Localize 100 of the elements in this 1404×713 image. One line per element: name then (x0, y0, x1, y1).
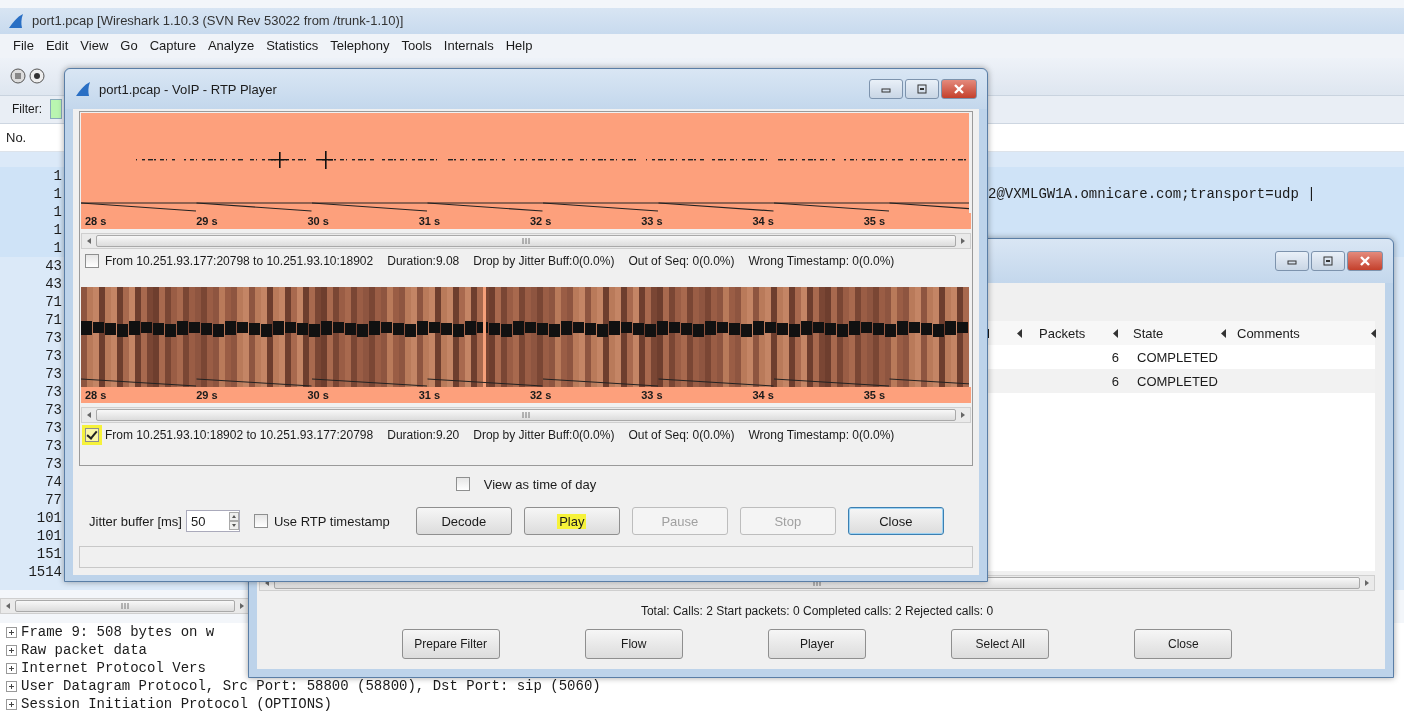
dialog-button[interactable]: Close (1134, 629, 1233, 659)
table-cell-text: 73 (44, 347, 62, 364)
axis-label: 34 s (751, 215, 775, 227)
tree-item[interactable]: Internet Protocol Vers (21, 660, 206, 676)
axis-label: 30 s (306, 389, 330, 401)
stream-stat: Out of Seq: 0(0.0%) (628, 428, 735, 442)
playback-control-button[interactable]: Decode (415, 507, 512, 535)
menu-item[interactable]: Go (119, 38, 139, 54)
menu-item[interactable]: View (79, 38, 110, 54)
horizontal-scrollbar[interactable] (0, 598, 250, 614)
triangle-icon (1371, 328, 1377, 338)
expand-icon (6, 644, 17, 656)
close-button[interactable] (1347, 251, 1383, 271)
column-header[interactable]: No. (6, 129, 27, 145)
scrollbar-thumb[interactable] (96, 235, 956, 247)
menu-item[interactable]: Capture (148, 38, 197, 54)
table-cell-text: 1514 (27, 563, 62, 580)
column-header[interactable]: Comments (1237, 325, 1300, 341)
axis-label: 28 s (84, 389, 108, 401)
table-cell-text: 73 (44, 401, 62, 418)
table-cell-text: 1 (52, 167, 62, 184)
checkbox[interactable] (455, 477, 470, 491)
close-button[interactable] (941, 79, 977, 99)
menu-item[interactable]: Help (504, 38, 534, 54)
column-header[interactable]: l (987, 325, 990, 341)
table-cell-text: 77 (44, 491, 62, 508)
playback-control-button[interactable]: Close (847, 507, 944, 535)
table-cell-text: 1 (52, 239, 62, 256)
table-cell-text: 151 (35, 545, 62, 562)
axis-label: 30 s (306, 215, 330, 227)
checkbox[interactable] (85, 428, 99, 442)
stream-stat: Wrong Timestamp: 0(0.0%) (748, 254, 895, 268)
axis-label: 34 s (751, 389, 775, 401)
tree-item[interactable]: Session Initiation Protocol (OPTIONS) (21, 696, 332, 712)
table-cell-text: 71 (44, 293, 62, 310)
tree-item[interactable]: Raw packet data (21, 642, 148, 658)
maximize-button[interactable] (1311, 251, 1345, 271)
checkbox[interactable] (85, 254, 99, 268)
filter-label: Filter: (12, 102, 42, 117)
table-cell-text: 1 (52, 185, 62, 202)
stream-stat: Drop by Jitter Buff:0(0.0%) (473, 428, 615, 442)
close-icon (1359, 256, 1371, 266)
window-title: port1.pcap [Wireshark 1.10.3 (SVN Rev 53022 from /trunk-1.10)] (32, 13, 404, 29)
menu-item[interactable]: Statistics (265, 38, 320, 54)
menu-item[interactable]: Edit (44, 38, 70, 54)
checkbox[interactable] (253, 514, 268, 528)
table-cell-text: 73 (44, 329, 62, 346)
column-header[interactable]: Packets (1039, 325, 1086, 341)
menu-item[interactable]: File (12, 38, 35, 54)
axis-label: 31 s (417, 215, 442, 227)
axis-label: 32 s (529, 215, 553, 227)
minimize-button[interactable] (869, 79, 903, 99)
fin-icon (8, 12, 24, 29)
jitter-label: Jitter buffer [ms] (89, 513, 182, 529)
expand-icon (6, 626, 17, 638)
minimize-button[interactable] (1275, 251, 1309, 271)
expand-icon (6, 662, 17, 674)
table-cell: 2@VXMLGW1A.omnicare.com;transport=udp | (988, 185, 1316, 202)
dialog-button[interactable]: Flow (584, 629, 683, 659)
scrollbar-thumb[interactable] (96, 409, 956, 421)
dialog-button[interactable]: Player (767, 629, 866, 659)
stream-stat: Wrong Timestamp: 0(0.0%) (748, 428, 895, 442)
menu-item[interactable]: Telephony (329, 38, 391, 54)
menu-item[interactable]: Tools (400, 38, 433, 54)
table-cell-text: COMPLETED (1136, 373, 1219, 389)
stream-stat: Drop by Jitter Buff:0(0.0%) (473, 254, 615, 268)
menu-item[interactable]: Analyze (206, 38, 256, 54)
playback-control-button[interactable]: Play (523, 507, 620, 535)
table-cell-text: 73 (44, 419, 62, 436)
checkbox-label: View as time of day (483, 476, 597, 492)
table-cell-text: 101 (35, 509, 62, 526)
scrollbar-thumb[interactable] (15, 600, 235, 612)
filter-field[interactable] (50, 99, 62, 120)
radio-icon (29, 68, 45, 85)
menu-item[interactable]: Internals (442, 38, 495, 54)
horizontal-scrollbar[interactable] (81, 407, 971, 423)
stream-label: From 10.251.93.10:18902 to 10.251.93.177:20798 (105, 428, 374, 442)
axis-label: 29 s (195, 215, 219, 227)
expand-icon (6, 698, 17, 710)
dialog-button[interactable]: Select All (951, 629, 1050, 659)
summary-text: Total: Calls: 2 Start packets: 0 Completed calls: 2 Rejected calls: 0 (639, 603, 995, 619)
tree-item[interactable]: User Datagram Protocol, Src Port: 58800 (58800), Dst Port: sip (5060) (21, 678, 601, 694)
table-cell-text: 71 (44, 311, 62, 328)
column-header[interactable]: State (1133, 325, 1164, 341)
dialog-button[interactable]: Prepare Filter (401, 629, 500, 659)
axis-label: 35 s (862, 215, 887, 227)
maximize-icon (916, 84, 928, 94)
triangle-icon (1017, 328, 1023, 338)
window-title: port1.pcap - VoIP - RTP Player (99, 81, 278, 97)
axis-label: 33 s (640, 389, 664, 401)
horizontal-scrollbar[interactable] (81, 233, 971, 249)
fin-icon (75, 81, 91, 97)
axis-label: 32 s (529, 389, 553, 401)
spin-field[interactable]: 50 (185, 510, 240, 532)
axis-label: 33 s (640, 215, 664, 227)
tree-item[interactable]: Frame 9: 508 bytes on w (21, 624, 215, 640)
axis-label: 35 s (862, 389, 887, 401)
maximize-button[interactable] (905, 79, 939, 99)
close-icon (953, 84, 965, 94)
stream-stat: Duration:9.20 (387, 428, 460, 442)
